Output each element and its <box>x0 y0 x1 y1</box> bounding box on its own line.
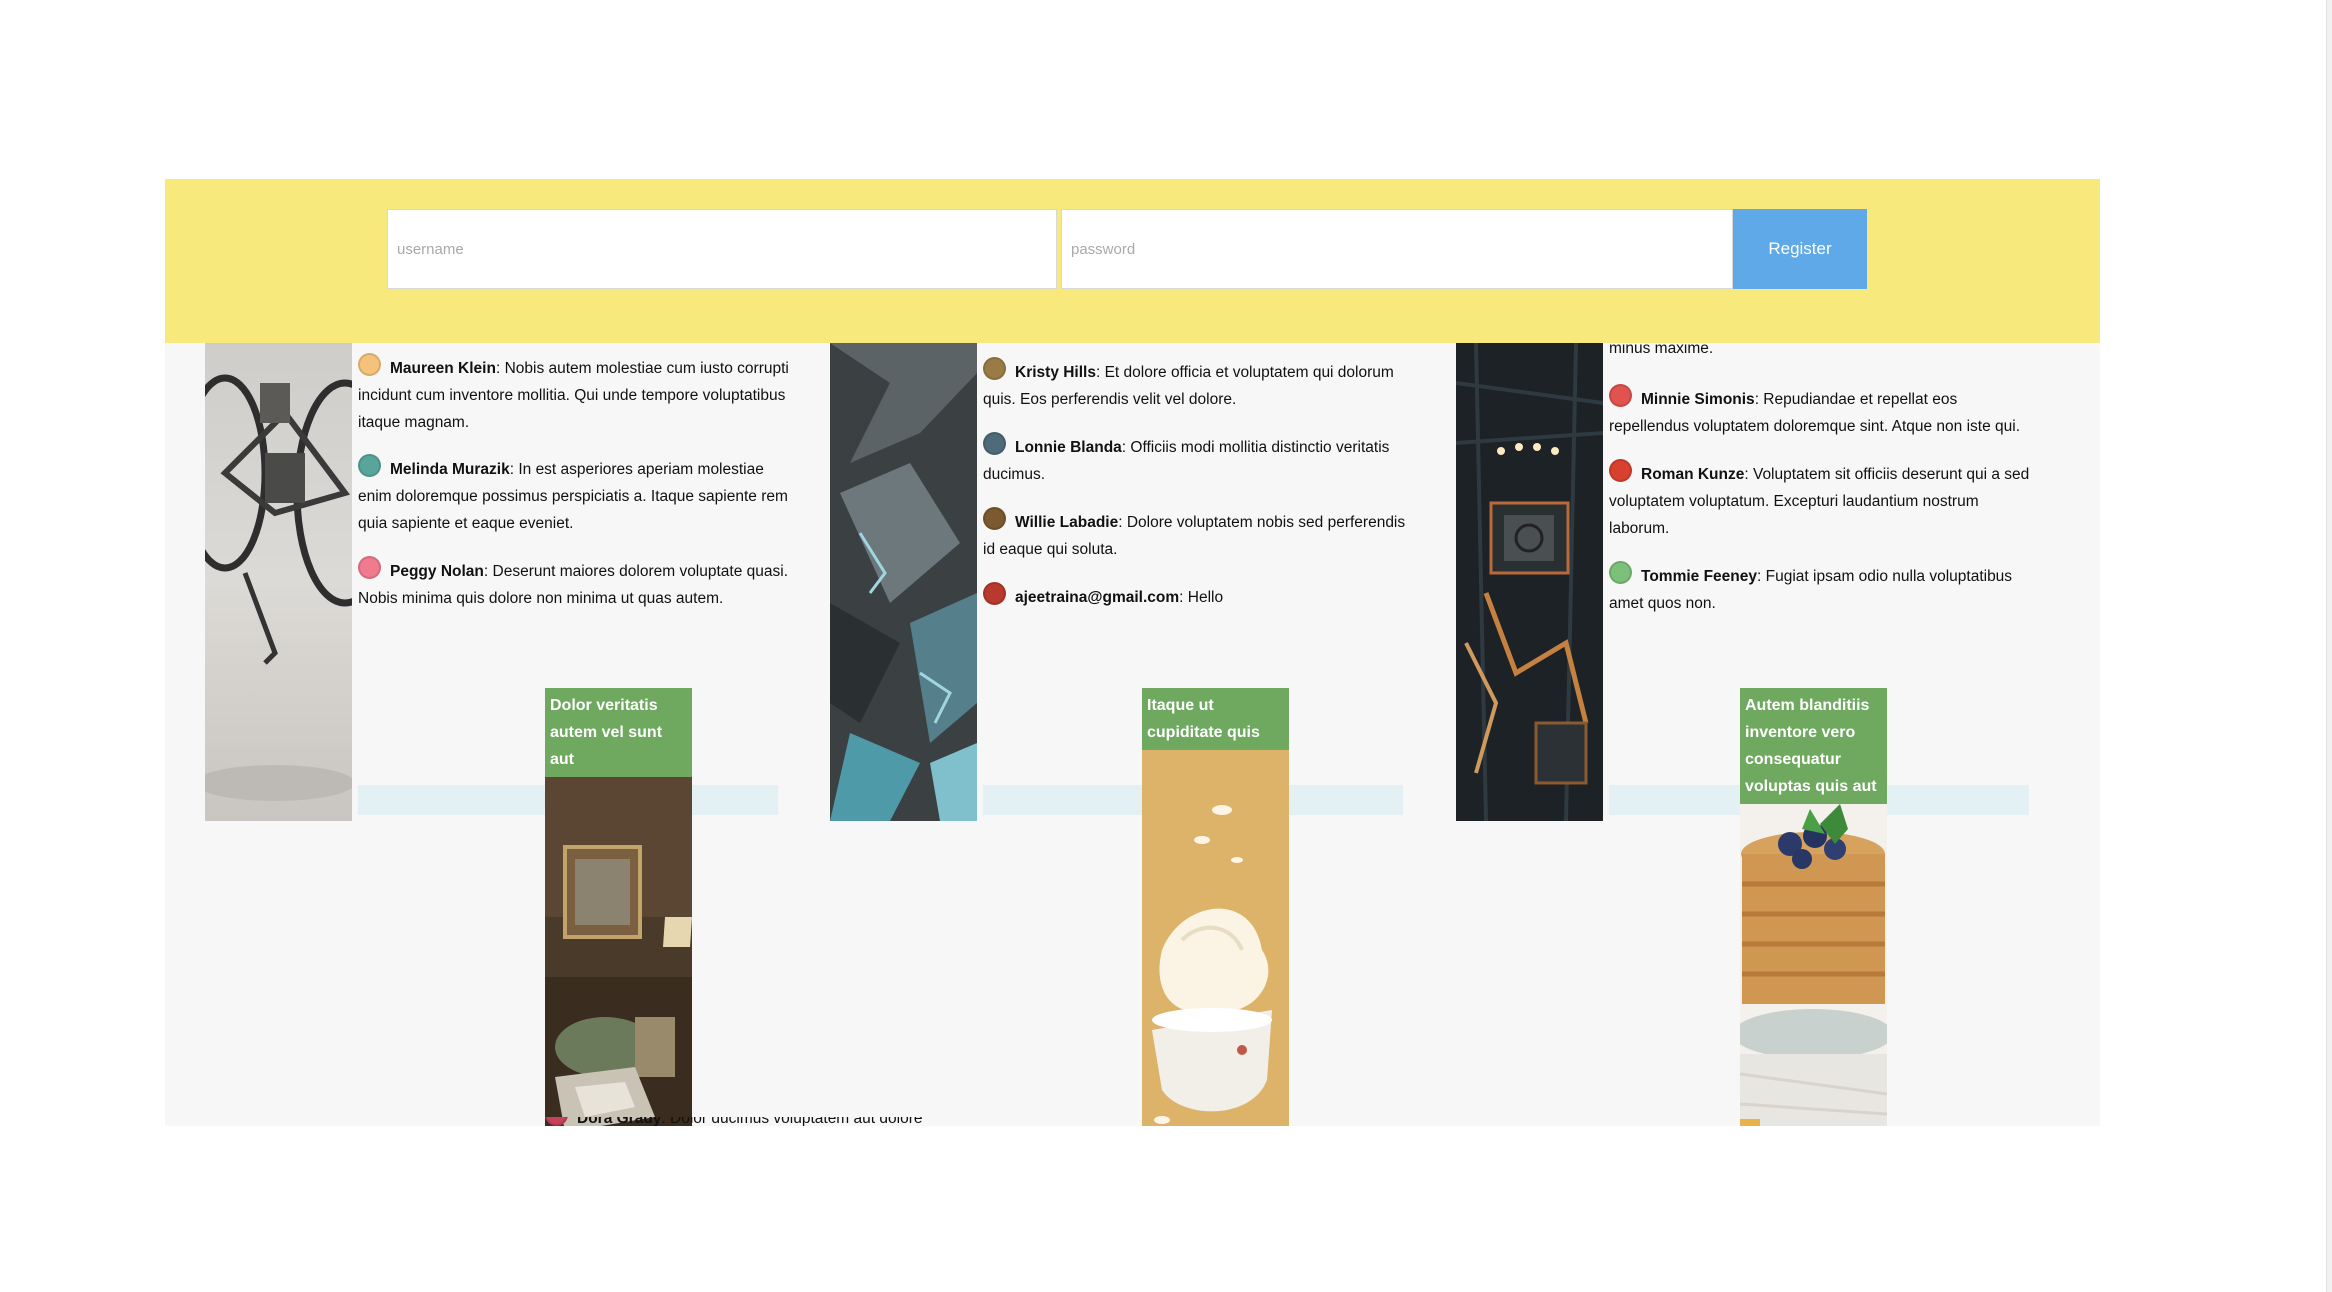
comment: Lonnie Blanda: Officiis modi mollitia di… <box>983 432 1415 488</box>
password-input[interactable] <box>1061 209 1733 289</box>
comment-author[interactable]: Melinda Murazik <box>390 461 510 478</box>
comment-author[interactable]: Kristy Hills <box>1015 364 1096 381</box>
avatar <box>358 556 381 579</box>
comment-author[interactable]: Peggy Nolan <box>390 563 484 580</box>
post-image-circuit[interactable] <box>1456 343 1603 821</box>
comment-author[interactable]: Minnie Simonis <box>1641 391 1755 408</box>
post-image-room[interactable] <box>545 777 692 1126</box>
comment-author[interactable]: Lonnie Blanda <box>1015 439 1122 456</box>
avatar <box>983 582 1006 605</box>
page-scrollbar[interactable] <box>2326 0 2332 1292</box>
post-card: Kristy Hills: Et dolore officia et volup… <box>830 343 1424 821</box>
post-tile[interactable]: Autem blanditiis inventore vero consequa… <box>1740 688 1887 1126</box>
post-image-whipped-cream[interactable] <box>1142 750 1289 1126</box>
avatar <box>358 454 381 477</box>
post-title[interactable]: Dolor veritatis autem vel sunt aut <box>545 688 692 777</box>
post-image-abstract[interactable] <box>830 343 977 821</box>
comment: Minnie Simonis: Repudiandae et repellat … <box>1609 384 2041 440</box>
avatar <box>1609 384 1632 407</box>
comment-text: : Hello <box>1179 589 1224 606</box>
avatar <box>358 353 381 376</box>
avatar <box>983 507 1006 530</box>
comment-author[interactable]: Maureen Klein <box>390 360 496 377</box>
comment-text: : Dolor ducimus voluptatem aut dolore <box>661 1117 923 1126</box>
post-card: Maureen Klein: Nobis autem molestiae cum… <box>205 343 799 821</box>
comment: Peggy Nolan: Deserunt maiores dolorem vo… <box>358 556 790 612</box>
post-tile[interactable]: Itaque ut cupiditate quis <box>1142 688 1289 1126</box>
comment: ajeetraina@gmail.com: Hello <box>983 582 1415 611</box>
comment-author[interactable]: Willie Labadie <box>1015 514 1118 531</box>
post-tile[interactable]: Dolor veritatis autem vel sunt aut <box>545 688 692 1126</box>
comment: Kristy Hills: Et dolore officia et volup… <box>983 357 1415 413</box>
avatar <box>545 1117 568 1126</box>
comment-author[interactable]: Dora Grady <box>577 1117 661 1126</box>
app-container: Register Maureen Klein: Nobis autem mole… <box>165 179 2100 1126</box>
post-title[interactable]: Autem blanditiis inventore vero consequa… <box>1740 688 1887 804</box>
avatar <box>1609 561 1632 584</box>
register-button[interactable]: Register <box>1733 209 1867 289</box>
comment: Maureen Klein: Nobis autem molestiae cum… <box>358 353 790 436</box>
avatar <box>983 432 1006 455</box>
register-bar: Register <box>165 179 2100 343</box>
post-comment-peek: Dora Grady: Dolor ducimus voluptatem aut… <box>545 1117 945 1126</box>
username-input[interactable] <box>387 209 1057 289</box>
avatar <box>1740 1119 1760 1126</box>
comment-author[interactable]: Tommie Feeney <box>1641 568 1757 585</box>
post-image-bicycle[interactable] <box>205 343 352 821</box>
comment-fragment: minus maxime. <box>1609 343 1714 357</box>
post-title[interactable]: Itaque ut cupiditate quis <box>1142 688 1289 750</box>
post-image-pancakes[interactable] <box>1740 804 1887 1126</box>
comment: Willie Labadie: Dolore voluptatem nobis … <box>983 507 1415 563</box>
avatar <box>983 357 1006 380</box>
comment: Tommie Feeney: Fugiat ipsam odio nulla v… <box>1609 561 2041 617</box>
comment-author[interactable]: Roman Kunze <box>1641 466 1744 483</box>
comment-author[interactable]: ajeetraina@gmail.com <box>1015 589 1179 606</box>
comment: Melinda Murazik: In est asperiores aperi… <box>358 454 790 537</box>
avatar <box>1609 459 1632 482</box>
comment: Roman Kunze: Voluptatem sit officiis des… <box>1609 459 2041 542</box>
